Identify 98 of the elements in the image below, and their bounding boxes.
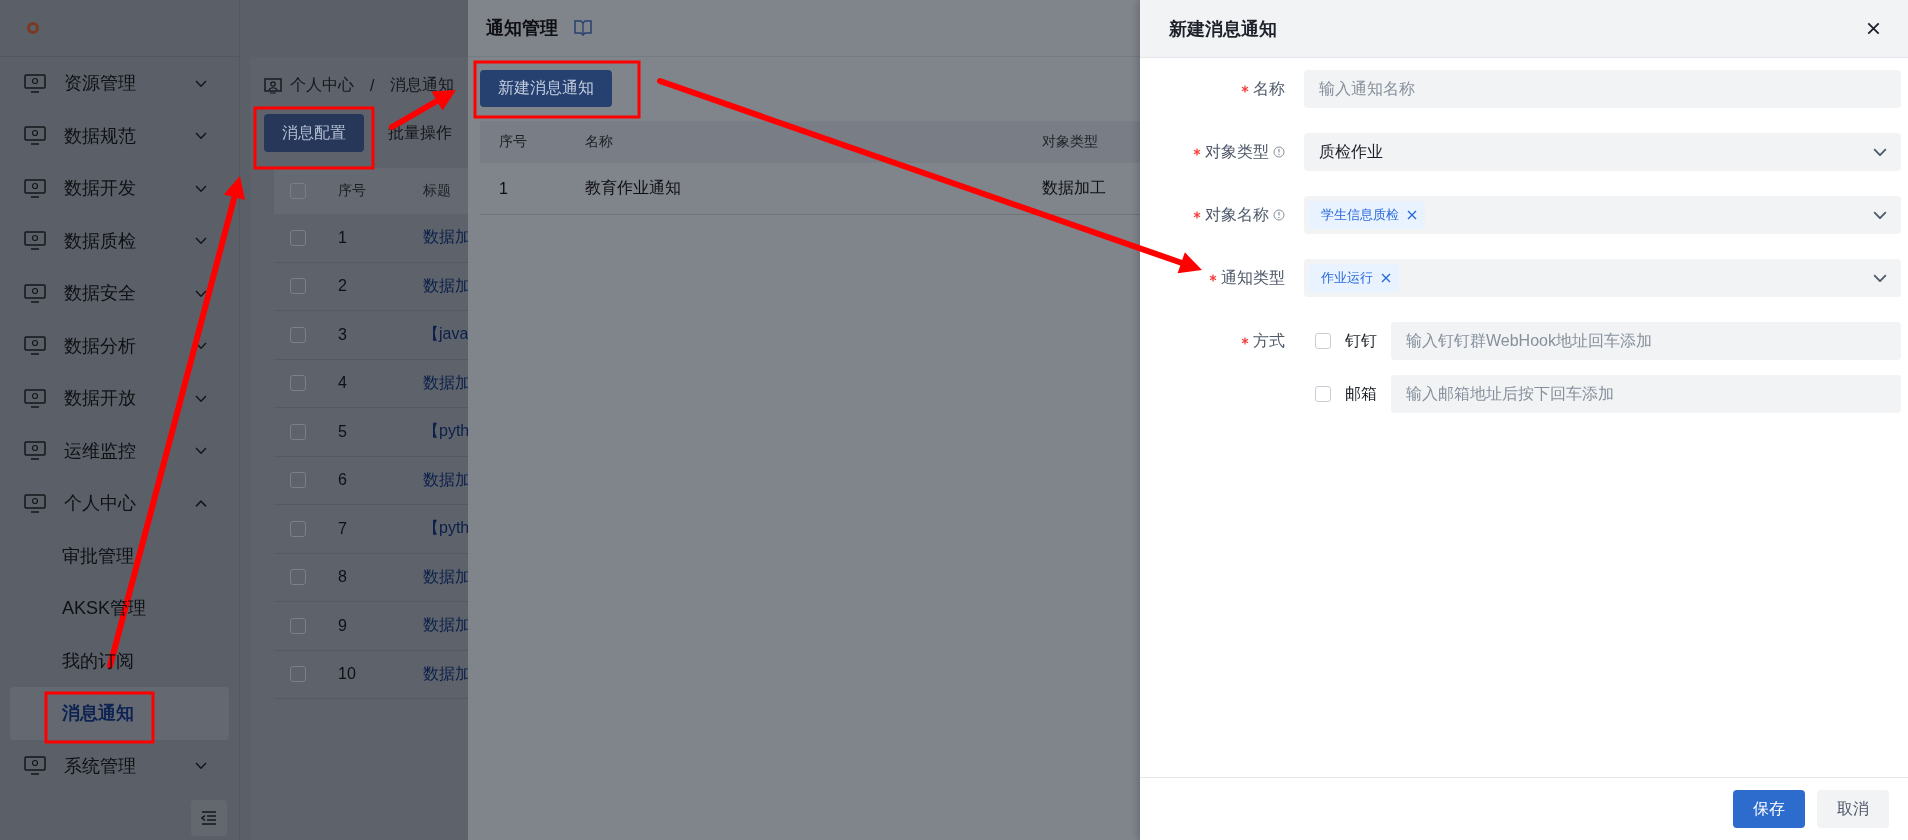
multi-select-field[interactable]: 学生信息质检 [1304,196,1901,234]
chevron-down-icon [195,762,207,770]
monitor-icon [24,126,46,146]
monitor-icon [24,493,46,513]
column-header: 对象类型 [1042,133,1099,151]
table-cell-text: 5 [338,422,348,441]
menu-item[interactable]: 数据质检 [0,214,229,267]
checkbox[interactable] [290,569,306,586]
monitor-icon [24,73,46,93]
column-header: 序号 [498,133,528,151]
menu-item[interactable]: 个人中心 [0,477,229,530]
menu-item[interactable]: 数据安全 [0,267,229,320]
selected-tag[interactable]: 学生信息质检 [1309,201,1425,229]
chevron-down-icon [195,447,207,455]
checkbox[interactable] [290,423,306,440]
chevron-down-icon [195,237,207,245]
input-field[interactable]: 输入通知名称 [1304,70,1901,108]
checkbox[interactable] [290,229,306,246]
cancel-button[interactable]: 取消 [1817,790,1889,828]
person-card-icon [264,77,282,94]
chevron-down-icon [195,132,207,140]
field-label: 名称 [1253,78,1285,99]
title-link[interactable]: 【java [423,324,468,346]
remove-icon[interactable] [1407,210,1417,220]
table-cell-text: 8 [338,568,348,587]
monitor-icon [24,756,46,776]
table-cell-text: 6 [338,471,348,490]
column-header: 标题 [423,182,451,200]
chevron-down-icon [195,79,207,87]
checkbox[interactable] [290,375,306,392]
input-field[interactable]: 输入邮箱地址后按下回车添加 [1391,375,1901,413]
chevron-up-icon [195,499,207,507]
multi-select-field[interactable]: 作业运行 [1304,259,1901,297]
title-link[interactable]: 【pyth [423,518,468,540]
menu-item[interactable]: 运维监控 [0,424,229,477]
table-cell-text: 9 [338,616,348,635]
checkbox[interactable] [290,617,306,634]
field-label: 对象类型 [1205,141,1269,162]
table-cell-text: 2 [338,277,348,296]
menu-item[interactable]: 系统管理 [0,739,229,792]
chevron-down-icon [1873,147,1887,157]
new-notification-button[interactable]: 新建消息通知 [480,70,612,107]
table-cell-text: 1 [338,228,348,247]
table-cell-text: 教育作业通知 [585,178,682,198]
option-label: 钉钉 [1345,330,1377,351]
checkbox[interactable] [290,666,306,683]
menu-item[interactable]: 数据规范 [0,109,229,162]
submenu-item[interactable]: 消息通知 [10,687,229,740]
menu-item[interactable]: 数据开放 [0,372,229,425]
breadcrumb-item[interactable]: 个人中心 [290,75,354,96]
toolbar-button[interactable]: 消息配置 [264,114,364,152]
checkbox[interactable] [290,520,306,537]
save-button[interactable]: 保存 [1733,790,1805,828]
checkbox[interactable] [290,326,306,343]
input-field[interactable]: 输入钉钉群WebHook地址回车添加 [1391,322,1901,360]
column-header: 名称 [585,133,614,151]
checkbox[interactable] [290,472,306,489]
table-cell-text: 10 [338,665,357,684]
table-cell-text: 数据加工 [1042,178,1107,198]
monitor-icon [24,231,46,251]
logo-icon [27,22,39,34]
drawer-title: 新建消息通知 [1169,17,1277,41]
table-cell-text: 3 [338,325,348,344]
menu-item[interactable]: 资源管理 [0,57,229,110]
submenu-item[interactable]: 审批管理 [10,529,229,582]
breadcrumb-separator: / [370,76,375,95]
field-label: 通知类型 [1221,267,1285,288]
select-field[interactable]: 质检作业 [1304,133,1901,171]
table-cell-text: 4 [338,374,348,393]
field-label: 方式 [1253,330,1285,351]
chevron-down-icon [195,184,207,192]
panel-title: 通知管理 [486,17,558,40]
monitor-icon [24,336,46,356]
collapse-icon [201,811,217,825]
collapse-button[interactable] [191,800,227,836]
checkbox[interactable] [290,278,306,295]
column-header: 序号 [338,182,367,200]
checkbox[interactable] [1315,333,1331,349]
menu-item[interactable]: 数据开发 [0,162,229,215]
table-cell-text: 7 [338,519,348,538]
chevron-down-icon [195,342,207,350]
chevron-down-icon [195,289,207,297]
selected-tag[interactable]: 作业运行 [1309,264,1399,292]
remove-icon[interactable] [1381,273,1391,283]
table-cell-text: 1 [498,179,509,198]
menu-item[interactable]: 数据分析 [0,319,229,372]
option-label: 邮箱 [1345,383,1377,404]
checkbox[interactable] [1315,386,1331,402]
book-icon[interactable] [574,20,592,36]
chevron-down-icon [1873,210,1887,220]
title-link[interactable]: 【pyth [423,421,468,443]
monitor-icon [24,441,46,461]
monitor-icon [24,178,46,198]
chevron-down-icon [1873,273,1887,283]
field-label: 对象名称 [1205,204,1269,225]
monitor-icon [24,283,46,303]
chevron-down-icon [195,394,207,402]
monitor-icon [24,388,46,408]
